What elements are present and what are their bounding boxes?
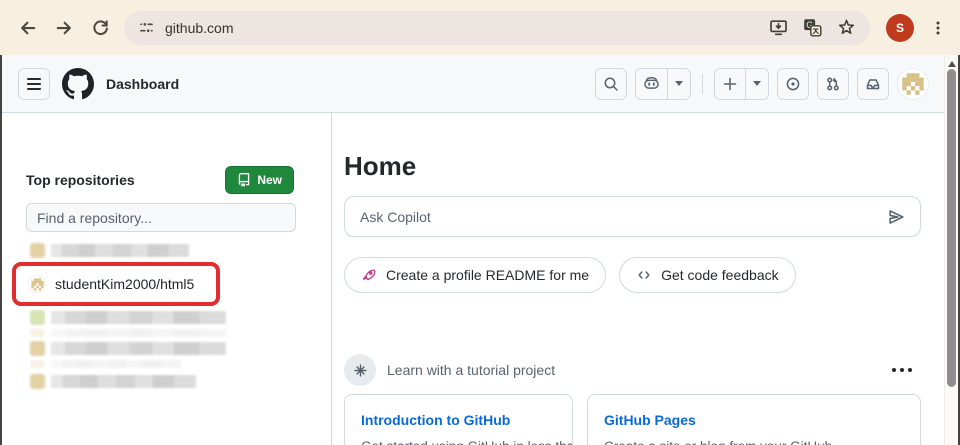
section-menu-button[interactable] <box>892 368 912 372</box>
copilot-dropdown[interactable] <box>667 68 690 99</box>
install-icon[interactable] <box>769 18 788 37</box>
chevron-down-icon <box>675 81 683 86</box>
redacted-repo-row[interactable] <box>30 243 331 258</box>
search-icon <box>604 77 618 91</box>
github-mark-icon <box>62 67 94 99</box>
ask-copilot-box[interactable] <box>344 196 921 237</box>
copilot-button[interactable] <box>635 67 691 100</box>
redacted-repo-name <box>51 342 226 355</box>
forward-button[interactable] <box>46 10 82 46</box>
create-new-button[interactable] <box>714 67 769 100</box>
issue-opened-icon <box>786 77 800 90</box>
browser-profile-avatar[interactable]: S <box>886 13 914 42</box>
scrollbar-thumb[interactable] <box>947 69 956 387</box>
github-page: Dashboard Top repositories New Find a re… <box>0 55 960 445</box>
redacted-repo-avatar <box>30 341 45 356</box>
top-repositories-title: Top repositories <box>26 172 135 188</box>
code-feedback-button[interactable]: Get code feedback <box>619 257 796 293</box>
create-new-dropdown[interactable] <box>745 68 768 99</box>
tutorial-card[interactable]: Introduction to GitHub Get started using… <box>344 394 573 445</box>
redacted-repo-avatar <box>30 374 45 389</box>
paper-plane-icon <box>889 209 904 224</box>
sidebar-menu-button[interactable] <box>18 67 50 100</box>
redaction-artifact <box>30 359 331 368</box>
scroll-up-arrow[interactable] <box>948 61 956 67</box>
redacted-repo-row[interactable] <box>30 310 331 325</box>
card-title-link[interactable]: Introduction to GitHub <box>361 412 556 428</box>
redacted-repo-avatar <box>30 310 45 325</box>
github-header: Dashboard <box>2 55 958 113</box>
page-context-title: Dashboard <box>106 75 180 92</box>
inbox-icon <box>866 78 880 89</box>
repo-owner-avatar <box>28 275 46 293</box>
tune-icon[interactable] <box>138 19 155 36</box>
create-readme-button[interactable]: Create a profile README for me <box>344 257 607 293</box>
bookmark-star-icon[interactable] <box>837 18 856 37</box>
search-button[interactable] <box>595 67 627 100</box>
repo-icon <box>239 173 250 187</box>
user-avatar[interactable] <box>897 67 929 100</box>
page-title: Home <box>344 151 417 181</box>
profile-initial: S <box>895 20 904 35</box>
git-pull-request-icon <box>827 77 839 90</box>
home-feed: Home Create a profile README for me Get … <box>332 113 958 445</box>
repository-list: studentKim2000/html5 <box>2 243 331 389</box>
find-repository-input[interactable] <box>26 203 296 232</box>
learn-section-label: Learn with a tutorial project <box>387 362 556 378</box>
suggestion-label: Get code feedback <box>661 267 779 283</box>
redacted-repo-row[interactable] <box>30 341 331 356</box>
plus-icon[interactable] <box>715 69 745 99</box>
card-title-link[interactable]: GitHub Pages <box>604 412 904 428</box>
card-description: Get started using GitHub in less than an <box>361 438 572 445</box>
learn-section-header: Learn with a tutorial project <box>344 354 921 386</box>
redacted-repo-name <box>51 311 226 324</box>
dashboard-content: Top repositories New studentKim2000/html… <box>2 113 958 445</box>
page-scrollbar[interactable] <box>944 55 958 445</box>
header-divider <box>702 73 703 94</box>
copilot-icon[interactable] <box>636 69 667 99</box>
redaction-artifact <box>30 328 331 337</box>
code-icon <box>638 271 650 279</box>
refresh-button[interactable] <box>82 10 118 46</box>
identicon-avatar <box>898 68 928 99</box>
browser-toolbar: github.com G S <box>0 0 960 55</box>
tutorial-card[interactable]: GitHub Pages Create a site or blog from … <box>587 394 921 445</box>
redacted-repo-name <box>51 244 189 257</box>
repo-link[interactable]: studentKim2000/html5 <box>55 276 194 292</box>
highlighted-repo-row[interactable]: studentKim2000/html5 <box>12 262 220 306</box>
redacted-repo-name <box>51 375 196 388</box>
send-button[interactable] <box>887 208 905 226</box>
copilot-suggestions: Create a profile README for me Get code … <box>344 257 921 293</box>
back-button[interactable] <box>10 10 46 46</box>
browser-menu-button[interactable] <box>928 12 948 44</box>
spark-badge <box>344 354 376 386</box>
ask-copilot-input[interactable] <box>360 208 877 225</box>
spark-icon <box>353 363 367 377</box>
github-logo[interactable] <box>62 67 94 100</box>
issues-button[interactable] <box>777 67 809 100</box>
header-actions <box>595 67 929 100</box>
refresh-icon <box>92 20 108 35</box>
translate-icon[interactable]: G <box>803 18 822 37</box>
card-description: Create a site or blog from your GitHub <box>604 438 904 445</box>
rocket-icon <box>363 269 376 281</box>
vertical-dots-icon <box>936 21 940 34</box>
suggestion-label: Create a profile README for me <box>386 267 590 283</box>
repositories-sidebar: Top repositories New studentKim2000/html… <box>2 113 332 445</box>
identicon-avatar <box>29 276 45 292</box>
new-repository-button[interactable]: New <box>225 166 294 194</box>
address-bar[interactable]: github.com G <box>124 10 870 45</box>
back-icon <box>21 21 36 34</box>
tutorial-cards: Introduction to GitHub Get started using… <box>344 394 921 445</box>
inbox-button[interactable] <box>857 67 889 100</box>
url-text[interactable]: github.com <box>165 20 769 36</box>
omnibox-actions: G <box>769 18 856 37</box>
new-button-label: New <box>257 173 282 187</box>
chevron-down-icon <box>753 81 761 86</box>
redacted-repo-avatar <box>30 243 45 258</box>
pull-requests-button[interactable] <box>817 67 849 100</box>
redacted-repo-row[interactable] <box>30 374 331 389</box>
forward-icon <box>56 21 71 34</box>
